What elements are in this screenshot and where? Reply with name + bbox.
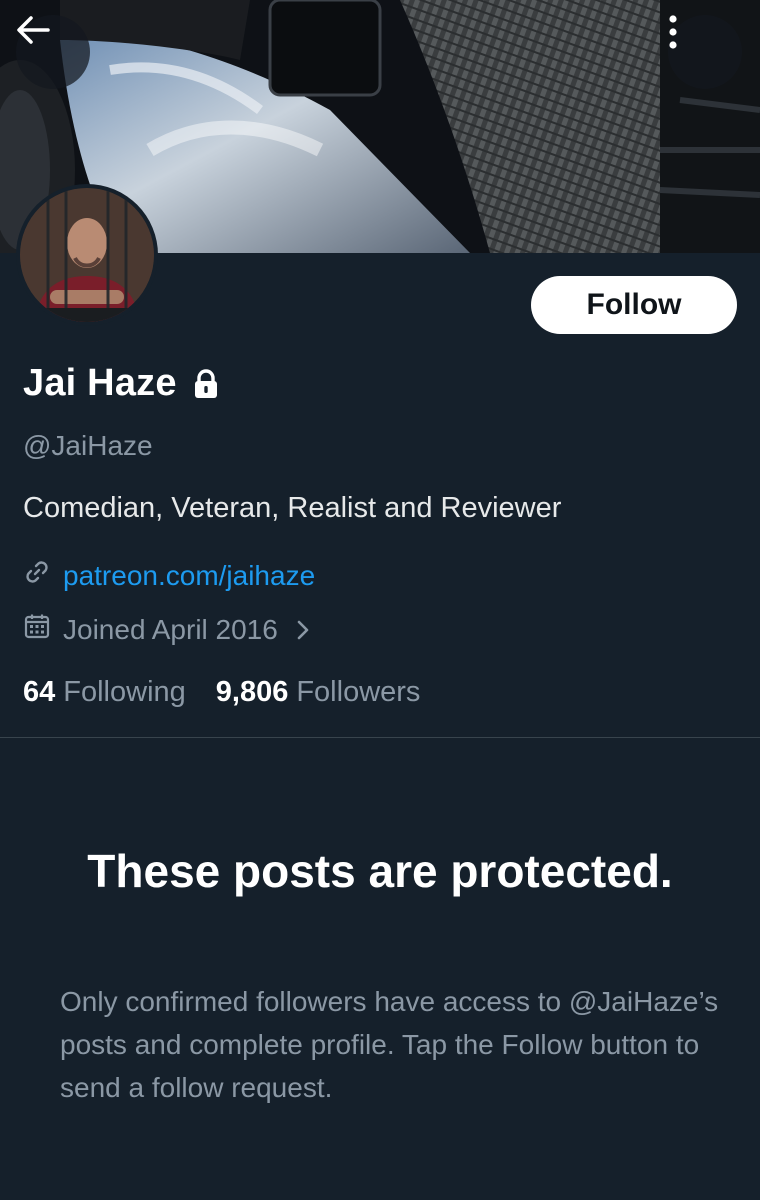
followers-stat[interactable]: 9,806 Followers [216,676,421,709]
profile-link-row[interactable]: patreon.com/jaihaze [23,558,315,593]
chevron-right-icon [296,619,310,641]
profile-handle: @JaiHaze [23,430,153,461]
joined-row[interactable]: Joined April 2016 [23,612,310,647]
arrow-left-icon [17,16,50,44]
more-vertical-icon [669,15,677,49]
display-name: Jai Haze [23,362,177,404]
followers-count: 9,806 [215,676,289,708]
name-row: Jai Haze [23,362,219,405]
protected-description: Only confirmed followers have access to … [60,986,719,1103]
link-icon [23,558,51,593]
lock-icon [193,368,219,399]
following-stat[interactable]: 64 Following [23,676,186,709]
profile-stats: 64 Following 9,806 Followers [23,676,450,709]
following-count: 64 [23,676,56,708]
calendar-icon [23,612,51,647]
avatar-image [20,188,154,322]
followers-label: Followers [296,676,421,708]
profile-bio: Comedian, Veteran, Realist and Reviewer [23,492,562,524]
following-label: Following [63,676,186,708]
profile-avatar[interactable] [20,188,154,322]
back-button[interactable] [16,15,90,89]
joined-date: Joined April 2016 [63,613,278,645]
section-divider [0,737,760,738]
follow-button[interactable]: Follow [531,276,737,334]
more-options-button[interactable] [668,15,742,89]
protected-title: These posts are protected. [87,845,673,897]
profile-link[interactable]: patreon.com/jaihaze [63,560,315,592]
